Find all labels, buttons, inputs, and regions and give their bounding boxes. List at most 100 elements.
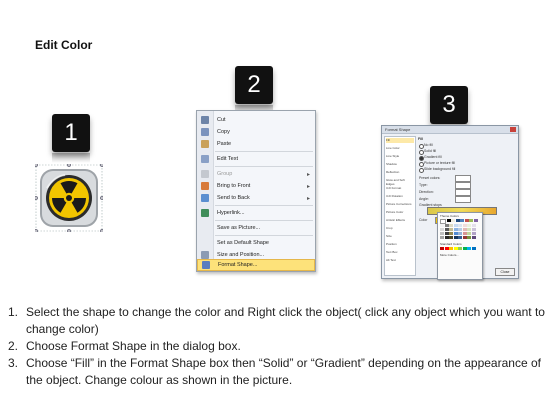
category-item[interactable]: Artistic Effects xyxy=(386,218,414,223)
category-item[interactable]: Picture Corrections xyxy=(386,202,414,207)
menu-item-label: Group xyxy=(217,171,233,177)
preset-colors-button[interactable] xyxy=(455,175,471,182)
category-item[interactable]: Position xyxy=(386,242,414,247)
menu-item-save-as-picture[interactable]: Save as Picture... xyxy=(197,222,315,234)
size-icon xyxy=(201,251,209,259)
menu-item-send-to-back[interactable]: Send to Back ▸ xyxy=(197,192,315,204)
menu-separator xyxy=(215,220,313,221)
step-text: Choose “Fill” in the Format Shape box th… xyxy=(26,356,541,387)
step-number: 2. xyxy=(8,339,19,353)
standard-color-row[interactable] xyxy=(440,247,476,250)
copy-icon xyxy=(201,128,209,136)
step-3-badge: 3 xyxy=(430,86,468,124)
radiation-warning-icon[interactable] xyxy=(35,164,103,232)
step-1-badge: 1 xyxy=(52,114,90,152)
dialog-titlebar: Format Shape xyxy=(382,126,518,134)
theme-color-row[interactable] xyxy=(440,232,476,235)
standard-colors-label: Standard Colors xyxy=(440,242,462,246)
menu-item-label: Hyperlink... xyxy=(217,210,245,216)
angle-input[interactable] xyxy=(455,196,471,203)
step-number: 3. xyxy=(8,356,19,370)
theme-color-row[interactable] xyxy=(440,236,476,239)
menu-item-label: Save as Picture... xyxy=(217,225,261,231)
menu-item-cut[interactable]: Cut xyxy=(197,114,315,126)
dialog-title: Format Shape xyxy=(385,127,411,132)
send-back-icon xyxy=(201,194,209,202)
theme-color-row[interactable] xyxy=(440,224,476,227)
menu-item-hyperlink[interactable]: Hyperlink... xyxy=(197,207,315,219)
category-item[interactable]: Line Color xyxy=(386,146,414,151)
option-label: Gradient fill xyxy=(424,155,442,159)
more-colors-link[interactable]: More Colors... xyxy=(440,253,459,257)
menu-separator xyxy=(215,166,313,167)
step-1-badge-reflection xyxy=(52,153,90,163)
blank-icon xyxy=(201,224,209,232)
dialog-category-list: Fill Line Color Line Style Shadow Reflec… xyxy=(384,136,416,276)
step-text: Select the shape to change the color and… xyxy=(26,305,545,336)
menu-item-label: Size and Position... xyxy=(217,252,265,258)
paste-icon xyxy=(201,140,209,148)
group-icon xyxy=(201,170,209,178)
option-label: Picture or texture fill xyxy=(424,161,455,165)
category-item[interactable]: Reflection xyxy=(386,170,414,175)
bring-front-icon xyxy=(201,182,209,190)
field-label: Angle: xyxy=(419,197,429,201)
menu-item-copy[interactable]: Copy xyxy=(197,126,315,138)
menu-separator xyxy=(215,205,313,206)
category-item[interactable]: Text Box xyxy=(386,250,414,255)
color-palette: Theme Colors Standard Colors More Colors… xyxy=(437,212,483,280)
category-item[interactable]: 3-D Rotation xyxy=(386,194,414,199)
field-label: Type: xyxy=(419,183,428,187)
category-item[interactable]: Picture Color xyxy=(386,210,414,215)
hyperlink-icon xyxy=(201,209,209,217)
color-label: Color xyxy=(419,218,428,222)
option-label: No fill xyxy=(424,143,433,147)
menu-item-label: Paste xyxy=(217,141,232,147)
blank-icon xyxy=(201,239,209,247)
edit-text-icon xyxy=(201,155,209,163)
format-shape-dialog: Format Shape Fill Line Color Line Style … xyxy=(381,125,519,280)
step-number: 1. xyxy=(8,305,19,319)
category-item-fill[interactable]: Fill xyxy=(386,138,414,143)
menu-item-set-default-shape[interactable]: Set as Default Shape xyxy=(197,237,315,249)
field-label: Direction: xyxy=(419,190,434,194)
format-shape-icon xyxy=(202,261,210,269)
menu-item-label: Send to Back xyxy=(217,195,250,201)
menu-item-label: Copy xyxy=(217,129,230,135)
category-item[interactable]: Crop xyxy=(386,226,414,231)
step-2-badge: 2 xyxy=(235,66,273,104)
menu-separator xyxy=(215,235,313,236)
submenu-arrow-icon: ▸ xyxy=(306,195,310,202)
menu-item-group: Group ▸ xyxy=(197,168,315,180)
option-label: Slide background fill xyxy=(424,167,456,171)
submenu-arrow-icon: ▸ xyxy=(306,171,310,178)
scissors-icon xyxy=(201,116,209,124)
menu-item-label: Edit Text xyxy=(217,156,238,162)
menu-item-bring-to-front[interactable]: Bring to Front ▸ xyxy=(197,180,315,192)
step-text: Choose Format Shape in the dialog box. xyxy=(26,339,241,353)
menu-item-format-shape[interactable]: Format Shape... xyxy=(197,259,315,271)
context-menu: Cut Copy Paste Edit Text Group ▸ Bring t… xyxy=(196,110,316,272)
category-item[interactable]: 3-D Format xyxy=(386,186,414,191)
theme-color-row[interactable] xyxy=(440,228,476,231)
type-select[interactable] xyxy=(455,182,471,189)
field-label: Preset colors: xyxy=(419,176,441,180)
category-item[interactable]: Alt Text xyxy=(386,258,414,263)
menu-item-label: Cut xyxy=(217,117,226,123)
menu-item-label: Bring to Front xyxy=(217,183,251,189)
category-item[interactable]: Glow and Soft Edges xyxy=(386,178,414,186)
category-item[interactable]: Shadow xyxy=(386,162,414,167)
category-item[interactable]: Size xyxy=(386,234,414,239)
submenu-arrow-icon: ▸ xyxy=(306,183,310,190)
menu-item-label: Format Shape... xyxy=(218,262,258,268)
close-icon[interactable] xyxy=(510,127,516,132)
category-item[interactable]: Line Style xyxy=(386,154,414,159)
menu-separator xyxy=(215,151,313,152)
menu-item-label: Set as Default Shape xyxy=(217,240,269,246)
menu-item-edit-text[interactable]: Edit Text xyxy=(197,153,315,165)
fill-heading: Fill xyxy=(418,137,424,141)
direction-button[interactable] xyxy=(455,189,471,196)
dialog-close-button[interactable]: Close xyxy=(495,268,515,276)
menu-item-paste[interactable]: Paste xyxy=(197,138,315,150)
option-label: Solid fill xyxy=(424,149,437,153)
